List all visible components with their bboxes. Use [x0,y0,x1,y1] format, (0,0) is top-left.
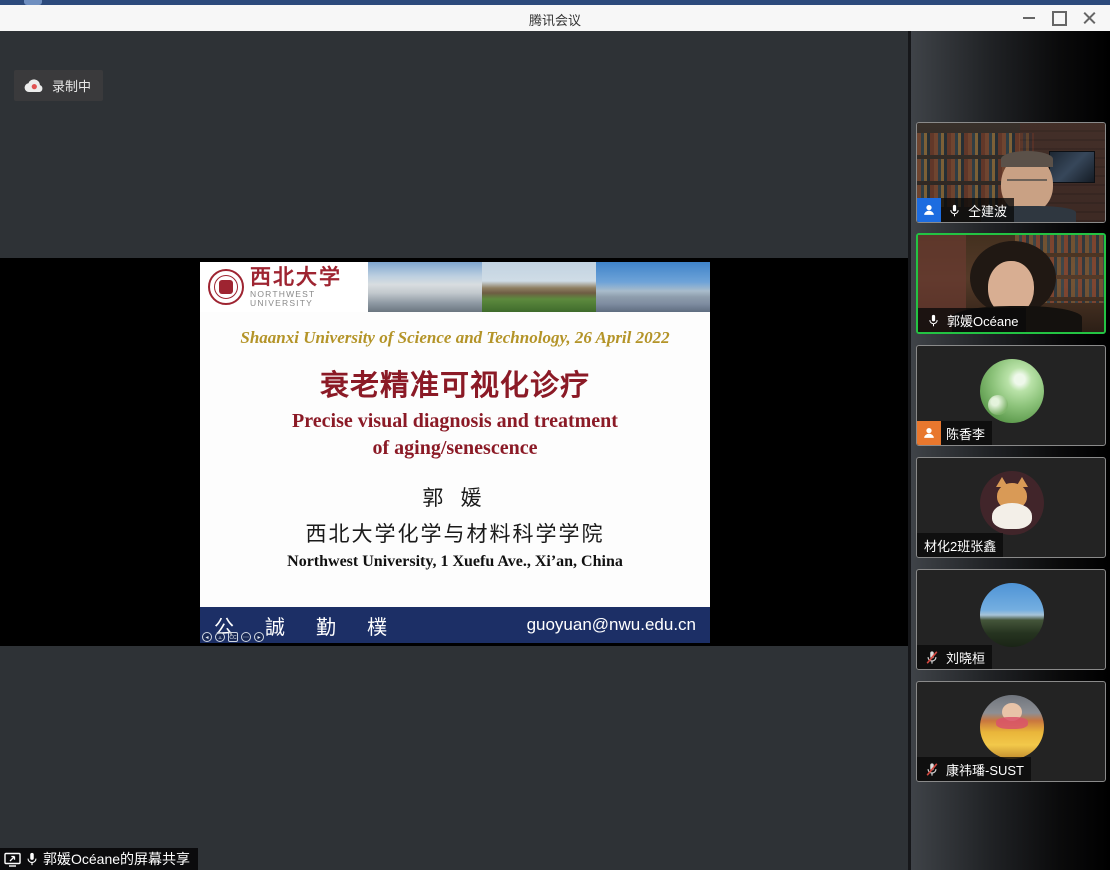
participant-tile[interactable]: 仝建波 [916,122,1106,223]
participant-tile[interactable]: 材化2班张鑫 [916,457,1106,558]
screen-share-label: 郭媛Océane的屏幕共享 [43,849,190,869]
participant-namebar: 材化2班张鑫 [917,533,1003,557]
tencent-meeting-window: 腾讯会议 录制中 [0,0,1110,870]
participant-name: 康祎璠-SUST [946,760,1024,779]
cloud-recording-icon [24,79,44,93]
participant-tile[interactable]: 陈香李 [916,345,1106,446]
titlebar[interactable]: 腾讯会议 [0,5,1110,32]
participant-name: 郭媛Océane [947,311,1019,330]
participant-namebar: 郭媛Océane [918,308,1026,332]
participant-namebar: 陈香李 [917,421,992,445]
meeting-content: 录制中 西北大学 NORTHWEST UNIVERSITY [0,31,1110,870]
screen-share-banner: 郭媛Océane的屏幕共享 [0,848,198,870]
slide-letterbox: 西北大学 NORTHWEST UNIVERSITY Shaanxi Univer… [0,258,908,646]
mic-muted-icon [923,648,941,666]
close-icon [1083,12,1096,25]
participant-tile-active-speaker[interactable]: 郭媛Océane [916,233,1106,334]
pen-tool-icon[interactable]: ▵ [215,632,225,642]
participant-namebar: 仝建波 [917,198,1014,222]
participants-sidebar: 仝建波 郭媛Océane [908,31,1110,870]
participant-tile[interactable]: 刘晓桓 [916,569,1106,670]
participant-name: 材化2班张鑫 [924,536,996,555]
campus-photo-strip [368,262,710,312]
slide-header: 西北大学 NORTHWEST UNIVERSITY [200,262,710,312]
screen-share-icon [4,852,21,867]
host-person-icon [917,198,941,222]
close-button[interactable] [1074,5,1104,31]
session-line: Shaanxi University of Science and Techno… [200,328,710,348]
presentation-slide: 西北大学 NORTHWEST UNIVERSITY Shaanxi Univer… [200,262,710,643]
participant-namebar: 刘晓桓 [917,645,992,669]
recording-label: 录制中 [52,76,91,95]
affiliation-en: Northwest University, 1 Xuefu Ave., Xi’a… [200,553,710,571]
sharer-mic-icon [25,851,39,867]
participant-name: 刘晓桓 [946,648,985,667]
campus-photo-1 [368,262,482,312]
captions-icon[interactable]: CC [228,632,238,642]
participant-namebar: 康祎璠-SUST [917,757,1031,781]
participant-name: 仝建波 [968,201,1007,220]
slide-footer-bar: 公 誠 勤 樸 guoyuan@nwu.edu.cn [200,607,710,643]
shared-screen-area: 录制中 西北大学 NORTHWEST UNIVERSITY [0,31,908,870]
more-options-icon[interactable]: ⋯ [241,632,251,642]
next-slide-icon[interactable]: ▸ [254,632,264,642]
presenter-controls: ◂ ▵ CC ⋯ ▸ [202,632,264,642]
participant-avatar [980,583,1044,647]
window-controls [1014,5,1104,31]
slide-title-en-line2: of aging/senescence [200,437,710,460]
slide-title-cn: 衰老精准可视化诊疗 [200,362,710,404]
mic-muted-icon [923,760,941,778]
participant-avatar [980,359,1044,423]
university-name-cn: 西北大学 [250,266,368,288]
mic-on-icon [945,201,963,219]
campus-photo-2 [482,262,596,312]
university-seal-icon [208,269,244,305]
window-title: 腾讯会议 [0,10,1110,29]
affiliation-cn: 西北大学化学与材料科学学院 [200,518,710,548]
mobile-person-icon [917,421,941,445]
recording-badge[interactable]: 录制中 [14,70,103,101]
participant-avatar [980,695,1044,759]
minimize-icon [1023,17,1035,19]
maximize-button[interactable] [1044,5,1074,31]
prev-slide-icon[interactable]: ◂ [202,632,212,642]
university-name-en: NORTHWEST UNIVERSITY [250,290,368,308]
participant-tile[interactable]: 康祎璠-SUST [916,681,1106,782]
participant-name: 陈香李 [946,424,985,443]
presenter-email: guoyuan@nwu.edu.cn [527,615,696,635]
slide-title-en-line1: Precise visual diagnosis and treatment [200,410,710,433]
university-logo-block: 西北大学 NORTHWEST UNIVERSITY [200,262,368,312]
author-name: 郭 媛 [200,482,710,512]
campus-photo-3 [596,262,710,312]
maximize-icon [1052,11,1067,26]
mic-on-icon [924,311,942,329]
minimize-button[interactable] [1014,5,1044,31]
participant-avatar [980,471,1044,535]
